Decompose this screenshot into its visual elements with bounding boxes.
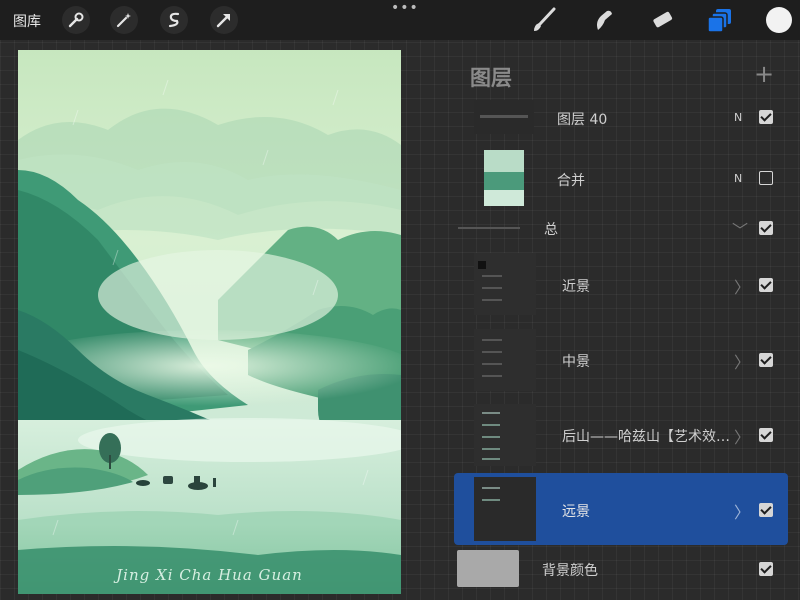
layer-row-background-color[interactable]: 背景颜色 <box>454 548 788 590</box>
thumb-line <box>482 412 500 414</box>
landscape-painting <box>18 50 401 594</box>
wrench-icon[interactable] <box>62 6 90 34</box>
layer-name: 近景 <box>562 279 590 295</box>
thumb-line <box>482 499 500 501</box>
thumb-line <box>482 339 502 341</box>
brush-icon[interactable] <box>530 6 558 34</box>
eraser-icon[interactable] <box>648 6 676 34</box>
thumb-line <box>482 275 502 277</box>
background-color-swatch[interactable] <box>457 550 519 587</box>
color-picker-swatch[interactable] <box>766 7 792 33</box>
layer-visibility-checkbox[interactable] <box>759 428 773 442</box>
arrow-transform-icon[interactable] <box>210 6 238 34</box>
smudge-icon[interactable] <box>590 6 618 34</box>
layer-row-merged[interactable]: 合并 N <box>454 146 788 210</box>
layer-name: 中景 <box>562 354 590 370</box>
layer-group-row-distant-view[interactable]: 远景 〉 <box>454 473 788 545</box>
blend-mode-label[interactable]: N <box>734 111 742 124</box>
chevron-right-icon[interactable]: 〉 <box>734 424 750 448</box>
layers-icon[interactable] <box>706 6 734 34</box>
layer-visibility-checkbox[interactable] <box>759 171 773 185</box>
chevron-right-icon[interactable]: 〉 <box>734 499 750 523</box>
thumb-stroke <box>480 115 528 118</box>
layer-visibility-checkbox[interactable] <box>759 278 773 292</box>
layer-thumbnail <box>474 253 536 315</box>
layer-visibility-checkbox[interactable] <box>759 110 773 124</box>
layers-panel-title: 图层 <box>470 66 512 90</box>
thumb-line <box>482 424 500 426</box>
artwork-signature: Jing Xi Cha Hua Guan <box>116 566 303 584</box>
thumb-swatch <box>478 261 486 269</box>
thumb-line <box>482 363 502 365</box>
chevron-down-icon[interactable]: ﹀ <box>732 217 748 241</box>
layer-name: 后山——哈兹山【艺术效… <box>562 429 730 445</box>
magic-wand-icon[interactable] <box>110 6 138 34</box>
layer-thumbnail <box>474 477 536 541</box>
layer-name: 背景颜色 <box>542 563 598 579</box>
thumb-line <box>482 487 500 489</box>
top-toolbar: 图库 ••• <box>0 0 800 40</box>
layer-visibility-checkbox[interactable] <box>759 221 773 235</box>
thumb-line <box>482 351 502 353</box>
layer-name: 图层 40 <box>557 112 608 128</box>
group-divider <box>458 227 520 229</box>
add-layer-button[interactable]: + <box>754 62 774 86</box>
thumb-line <box>482 299 502 301</box>
layer-row-layer-40[interactable]: 图层 40 N <box>454 98 788 138</box>
layer-visibility-checkbox[interactable] <box>759 562 773 576</box>
layer-visibility-checkbox[interactable] <box>759 503 773 517</box>
layer-thumbnail <box>484 150 524 206</box>
layer-name: 总 <box>544 222 558 238</box>
thumb-water <box>484 190 524 206</box>
layer-thumbnail <box>474 100 534 134</box>
layer-group-row-midground[interactable]: 中景 〉 <box>454 327 788 393</box>
layer-name: 合并 <box>557 173 585 189</box>
layer-thumbnail <box>474 329 536 391</box>
gallery-button[interactable]: 图库 <box>13 11 41 31</box>
chevron-right-icon[interactable]: 〉 <box>734 349 750 373</box>
layer-group-row-total[interactable]: 总 ﹀ <box>454 215 788 241</box>
selection-s-icon[interactable] <box>160 6 188 34</box>
thumb-hill <box>484 172 524 190</box>
layer-group-row-back-mountain[interactable]: 后山——哈兹山【艺术效… 〉 <box>454 402 788 468</box>
thumb-line <box>482 448 500 450</box>
layer-thumbnail <box>474 404 536 466</box>
blend-mode-label[interactable]: N <box>734 172 742 185</box>
layer-visibility-checkbox[interactable] <box>759 353 773 367</box>
thumb-line <box>482 287 502 289</box>
more-options-handle[interactable]: ••• <box>391 0 419 16</box>
thumb-line <box>482 436 500 438</box>
layer-name: 远景 <box>562 504 590 520</box>
thumb-line <box>482 458 500 460</box>
thumb-line <box>482 375 502 377</box>
chevron-right-icon[interactable]: 〉 <box>734 274 750 298</box>
layer-group-row-foreground[interactable]: 近景 〉 <box>454 251 788 317</box>
artwork-canvas[interactable]: Jing Xi Cha Hua Guan <box>18 50 401 594</box>
